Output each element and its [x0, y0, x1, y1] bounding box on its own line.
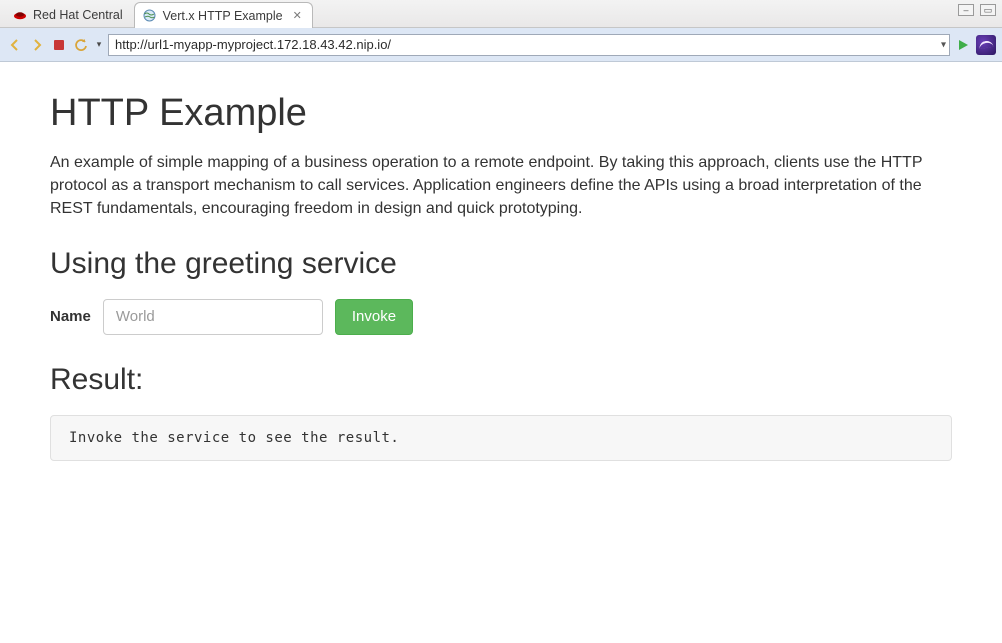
name-input[interactable] — [103, 299, 323, 335]
tab-red-hat-central[interactable]: Red Hat Central — [4, 1, 134, 27]
url-input[interactable] — [108, 34, 950, 56]
section-heading-greeting: Using the greeting service — [50, 247, 952, 281]
browser-toolbar: ▾ ▾ — [0, 28, 1002, 62]
tab-label: Red Hat Central — [33, 8, 123, 22]
minimize-button[interactable]: – — [958, 4, 974, 16]
refresh-button[interactable] — [72, 36, 90, 54]
tab-strip: Red Hat Central Vert.x HTTP Example ✕ – … — [0, 0, 1002, 28]
invoke-button[interactable]: Invoke — [335, 299, 413, 335]
refresh-dropdown-icon[interactable]: ▾ — [94, 36, 104, 54]
maximize-button[interactable]: ▭ — [980, 4, 996, 16]
open-in-eclipse-button[interactable] — [976, 35, 996, 55]
go-button[interactable] — [954, 36, 972, 54]
page-content: HTTP Example An example of simple mappin… — [0, 62, 1002, 461]
redhat-icon — [13, 8, 27, 22]
stop-button[interactable] — [50, 36, 68, 54]
tab-label: Vert.x HTTP Example — [163, 9, 283, 23]
window-controls: – ▭ — [958, 4, 996, 16]
close-icon[interactable]: ✕ — [293, 9, 302, 22]
globe-icon — [143, 9, 157, 23]
result-output: Invoke the service to see the result. — [50, 415, 952, 461]
forward-button[interactable] — [28, 36, 46, 54]
tab-vertx-http-example[interactable]: Vert.x HTTP Example ✕ — [134, 2, 313, 28]
name-label: Name — [50, 308, 91, 325]
back-button[interactable] — [6, 36, 24, 54]
lead-paragraph: An example of simple mapping of a busine… — [50, 151, 952, 221]
page-title: HTTP Example — [50, 92, 952, 135]
greeting-form: Name Invoke — [50, 299, 952, 335]
section-heading-result: Result: — [50, 363, 952, 397]
